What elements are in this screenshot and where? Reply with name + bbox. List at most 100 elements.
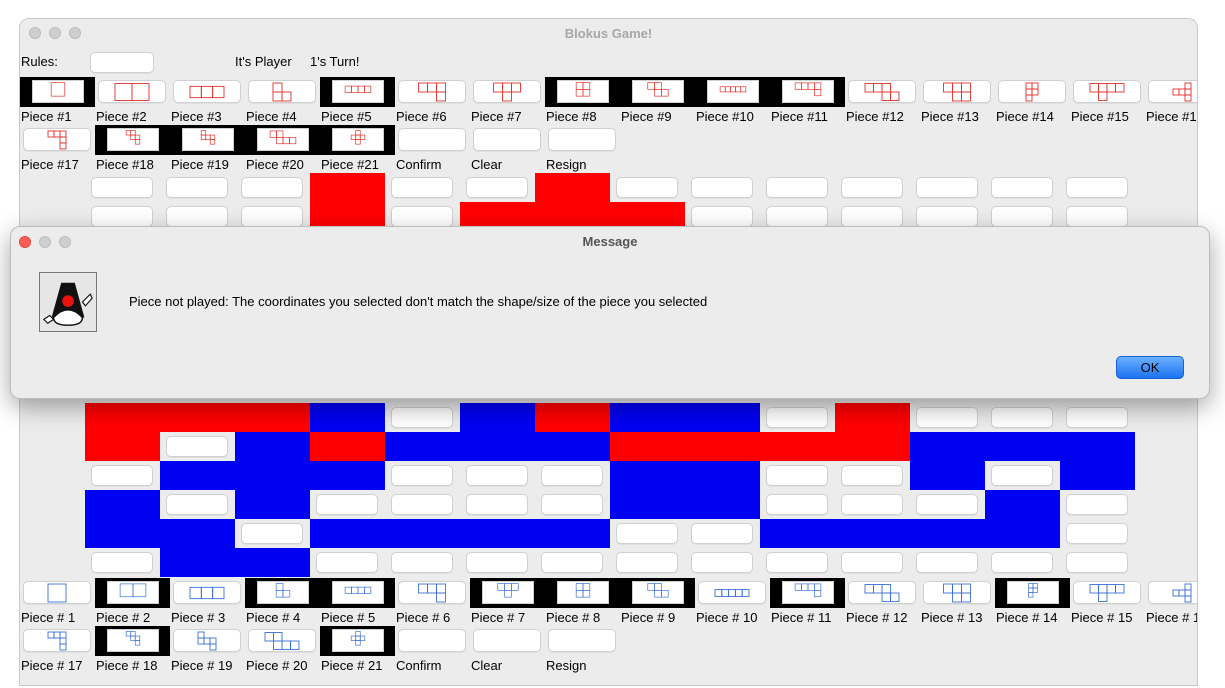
board-cell-blue[interactable]: [460, 519, 535, 548]
bottom-piece-2-button[interactable]: [107, 581, 159, 604]
board-cell-empty[interactable]: [766, 206, 828, 227]
board-cell-empty[interactable]: [241, 177, 303, 198]
board-cell-empty[interactable]: [391, 552, 453, 573]
top-piece-13-button[interactable]: [923, 80, 991, 103]
top-piece-12-button[interactable]: [848, 80, 916, 103]
top-piece-17-button[interactable]: [23, 128, 91, 151]
board-cell-empty[interactable]: [316, 552, 378, 573]
bottom-piece-18-button[interactable]: [107, 629, 159, 652]
top-confirm-button[interactable]: [398, 128, 466, 151]
board-cell-empty[interactable]: [916, 407, 978, 428]
board-cell-empty[interactable]: [991, 465, 1053, 486]
board-cell-empty[interactable]: [1066, 206, 1128, 227]
board-cell-blue[interactable]: [310, 519, 385, 548]
board-cell-blue[interactable]: [1060, 461, 1135, 490]
board-cell-empty[interactable]: [1066, 523, 1128, 544]
board-cell-empty[interactable]: [916, 494, 978, 515]
bottom-piece-17-button[interactable]: [23, 629, 91, 652]
board-cell-blue[interactable]: [685, 403, 760, 432]
board-cell-empty[interactable]: [391, 465, 453, 486]
board-cell-blue[interactable]: [985, 519, 1060, 548]
board-cell-empty[interactable]: [991, 407, 1053, 428]
board-cell-empty[interactable]: [166, 436, 228, 457]
top-piece-2-button[interactable]: [98, 80, 166, 103]
board-cell-empty[interactable]: [991, 177, 1053, 198]
board-cell-blue[interactable]: [985, 490, 1060, 519]
top-piece-3-button[interactable]: [173, 80, 241, 103]
board-cell-blue[interactable]: [985, 432, 1060, 461]
board-cell-blue[interactable]: [235, 432, 310, 461]
board-cell-blue[interactable]: [535, 432, 610, 461]
board-cell-blue[interactable]: [835, 519, 910, 548]
board-cell-empty[interactable]: [1066, 407, 1128, 428]
board-cell-blue[interactable]: [610, 403, 685, 432]
bottom-piece-6-button[interactable]: [398, 581, 466, 604]
board-cell-empty[interactable]: [91, 465, 153, 486]
top-piece-19-button[interactable]: [182, 128, 234, 151]
board-cell-blue[interactable]: [160, 548, 235, 577]
board-cell-empty[interactable]: [1066, 494, 1128, 515]
top-piece-15-button[interactable]: [1073, 80, 1141, 103]
board-cell-empty[interactable]: [991, 552, 1053, 573]
board-cell-empty[interactable]: [541, 494, 603, 515]
board-cell-empty[interactable]: [166, 206, 228, 227]
board-cell-red[interactable]: [310, 432, 385, 461]
board-cell-blue[interactable]: [910, 432, 985, 461]
board-cell-blue[interactable]: [610, 490, 685, 519]
top-piece-5-button[interactable]: [332, 80, 384, 103]
bottom-piece-20-button[interactable]: [248, 629, 316, 652]
board-cell-blue[interactable]: [460, 432, 535, 461]
top-piece-20-button[interactable]: [257, 128, 309, 151]
board-cell-blue[interactable]: [1060, 432, 1135, 461]
board-cell-empty[interactable]: [466, 177, 528, 198]
top-piece-18-button[interactable]: [107, 128, 159, 151]
bottom-resign-button[interactable]: [548, 629, 616, 652]
board-cell-empty[interactable]: [91, 177, 153, 198]
bottom-piece-7-button[interactable]: [482, 581, 534, 604]
board-cell-red[interactable]: [835, 432, 910, 461]
board-cell-red[interactable]: [535, 173, 610, 202]
board-cell-empty[interactable]: [391, 177, 453, 198]
top-piece-21-button[interactable]: [332, 128, 384, 151]
rules-button[interactable]: [90, 52, 154, 73]
board-cell-red[interactable]: [760, 432, 835, 461]
bottom-piece-19-button[interactable]: [173, 629, 241, 652]
board-cell-empty[interactable]: [391, 206, 453, 227]
board-cell-blue[interactable]: [760, 519, 835, 548]
bottom-piece-9-button[interactable]: [632, 581, 684, 604]
board-cell-empty[interactable]: [691, 177, 753, 198]
board-cell-empty[interactable]: [691, 206, 753, 227]
bottom-piece-14-button[interactable]: [1007, 581, 1059, 604]
board-cell-empty[interactable]: [841, 177, 903, 198]
board-cell-blue[interactable]: [685, 461, 760, 490]
board-cell-empty[interactable]: [766, 465, 828, 486]
ok-button[interactable]: OK: [1116, 356, 1184, 379]
top-piece-14-button[interactable]: [998, 80, 1066, 103]
board-cell-blue[interactable]: [385, 519, 460, 548]
board-cell-empty[interactable]: [241, 206, 303, 227]
board-cell-empty[interactable]: [691, 552, 753, 573]
bottom-piece-15-button[interactable]: [1073, 581, 1141, 604]
board-cell-red[interactable]: [235, 403, 310, 432]
top-piece-4-button[interactable]: [248, 80, 316, 103]
top-piece-10-button[interactable]: [707, 80, 759, 103]
board-cell-red[interactable]: [535, 403, 610, 432]
board-cell-empty[interactable]: [841, 494, 903, 515]
board-cell-blue[interactable]: [85, 519, 160, 548]
board-cell-blue[interactable]: [160, 461, 235, 490]
bottom-piece-8-button[interactable]: [557, 581, 609, 604]
bottom-piece-21-button[interactable]: [332, 629, 384, 652]
board-cell-empty[interactable]: [1066, 552, 1128, 573]
board-cell-empty[interactable]: [166, 177, 228, 198]
board-cell-empty[interactable]: [766, 407, 828, 428]
bottom-confirm-button[interactable]: [398, 629, 466, 652]
board-cell-empty[interactable]: [916, 206, 978, 227]
top-clear-button[interactable]: [473, 128, 541, 151]
bottom-piece-13-button[interactable]: [923, 581, 991, 604]
bottom-clear-button[interactable]: [473, 629, 541, 652]
board-cell-empty[interactable]: [1066, 177, 1128, 198]
board-cell-empty[interactable]: [466, 465, 528, 486]
board-cell-empty[interactable]: [766, 177, 828, 198]
board-cell-empty[interactable]: [991, 206, 1053, 227]
board-cell-empty[interactable]: [841, 465, 903, 486]
